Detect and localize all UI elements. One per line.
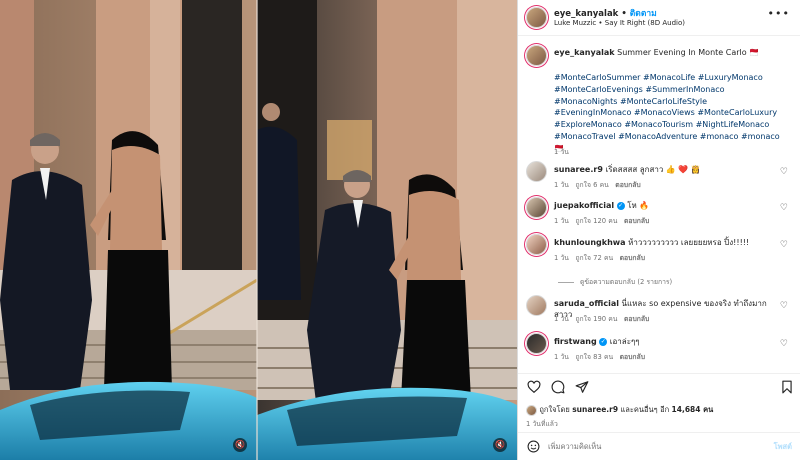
scene-left — [0, 0, 257, 460]
comment-text: โห 🔥 — [627, 201, 650, 210]
comment-username[interactable]: saruda_official — [554, 299, 619, 308]
post-media[interactable]: 🔇 🔇 — [0, 0, 517, 460]
more-options-icon[interactable]: ••• — [768, 7, 790, 20]
comment-reply-button[interactable]: ตอบกลับ — [620, 254, 645, 262]
comment-avatar[interactable] — [526, 295, 547, 316]
comment-reply-button[interactable]: ตอบกลับ — [624, 217, 649, 225]
comment-time: 1 วัน — [554, 353, 569, 361]
frame-divider — [256, 0, 258, 460]
mute-icon-secondary[interactable]: 🔇 — [493, 438, 507, 452]
comment-username[interactable]: sunaree.r9 — [554, 165, 603, 174]
comment-avatar[interactable] — [526, 333, 547, 354]
comment-body: khunloungkhwa ห้าววววววววว เลยยยยหรอ ปิ้… — [554, 237, 779, 248]
comment-body: juepakofficial ✓ โห 🔥 — [554, 200, 779, 211]
comments-scroll-area[interactable]: eye_kanyalak Summer Evening In Monte Car… — [518, 37, 800, 373]
instagram-post-view: 🔇 🔇 eye_kanyalak • ติดตาม Luke Muzzic • … — [0, 0, 800, 460]
comment-like-heart-icon[interactable]: ♡ — [780, 203, 788, 213]
post-side-panel: eye_kanyalak • ติดตาม Luke Muzzic • Say It… — [517, 0, 800, 460]
view-replies-label[interactable]: ดูข้อความตอบกลับ (2 รายการ) — [580, 278, 672, 286]
comment-likes[interactable]: ถูกใจ 72 คน — [575, 254, 613, 262]
comment-item: khunloungkhwa ห้าววววววววว เลยยยยหรอ ปิ้… — [526, 234, 794, 264]
separator-dot: • — [621, 9, 627, 19]
comment-like-heart-icon[interactable]: ♡ — [780, 167, 788, 177]
comment-meta: 1 วัน ถูกใจ 190 คน ตอบกลับ — [554, 313, 649, 324]
verified-badge-icon: ✓ — [599, 337, 608, 346]
caption-avatar[interactable] — [526, 45, 547, 66]
post-timestamp: 1 วันที่แล้ว — [526, 420, 558, 428]
comment-likes[interactable]: ถูกใจ 83 คน — [575, 353, 613, 361]
mute-icon[interactable]: 🔇 — [233, 438, 247, 452]
comment-item: juepakofficial ✓ โห 🔥 1 วัน ถูกใจ 120 คน… — [526, 197, 794, 227]
comment-time: 1 วัน — [554, 217, 569, 225]
video-frame-right[interactable]: 🔇 — [257, 0, 517, 460]
comment-icon[interactable] — [551, 380, 565, 394]
comment-like-heart-icon[interactable]: ♡ — [780, 301, 788, 311]
emoji-icon[interactable] — [527, 440, 540, 453]
comment-likes[interactable]: ถูกใจ 6 คน — [575, 181, 608, 189]
comment-body: firstwang ✓ เอาล่ะๆๆ — [554, 336, 779, 347]
caption-hashtags[interactable]: #MonteCarloSummer #MonacoLife #LuxuryMon… — [554, 72, 786, 155]
post-header: eye_kanyalak • ติดตาม Luke Muzzic • Say It… — [518, 0, 800, 36]
liker-avatar[interactable] — [526, 404, 537, 416]
add-comment-input[interactable] — [548, 439, 748, 454]
comment-time: 1 วัน — [554, 254, 569, 262]
comment-item: firstwang ✓ เอาล่ะๆๆ 1 วัน ถูกใจ 83 คน ต… — [526, 333, 794, 363]
view-replies-link[interactable]: ดูข้อความตอบกลับ (2 รายการ) — [558, 276, 672, 287]
comment-reply-button[interactable]: ตอบกลับ — [624, 315, 649, 323]
comment-body: sunaree.r9 เริ่ดสสสส ลูกสาว 👍 ❤️ 👸 — [554, 164, 779, 175]
comment-avatar[interactable] — [526, 234, 547, 255]
replies-dash — [558, 281, 574, 283]
likes-middle: และคนอื่นๆ อีก — [620, 405, 670, 414]
comment-time: 1 วัน — [554, 315, 569, 323]
author-username[interactable]: eye_kanyalak — [554, 9, 618, 19]
comment-reply-button[interactable]: ตอบกลับ — [620, 353, 645, 361]
comment-meta: 1 วัน ถูกใจ 120 คน ตอบกลับ — [554, 215, 649, 226]
verified-badge-icon: ✓ — [616, 201, 625, 210]
add-comment-bar: โพสต์ — [518, 432, 800, 460]
send-icon[interactable] — [575, 380, 589, 394]
comment-text: ห้าววววววววว เลยยยยหรอ ปิ้ง!!!!! — [628, 238, 750, 247]
bookmark-icon[interactable] — [780, 380, 794, 394]
scene-right — [257, 0, 517, 460]
comment-meta: 1 วัน ถูกใจ 6 คน ตอบกลับ — [554, 179, 641, 190]
video-frame-left[interactable]: 🔇 — [0, 0, 257, 460]
comment-like-heart-icon[interactable]: ♡ — [780, 240, 788, 250]
comment-meta: 1 วัน ถูกใจ 72 คน ตอบกลับ — [554, 252, 645, 263]
comment-username[interactable]: khunloungkhwa — [554, 238, 626, 247]
follow-button[interactable]: ติดตาม — [630, 9, 657, 19]
caption-time: 1 วัน — [554, 148, 569, 156]
comment-meta: 1 วัน ถูกใจ 83 คน ตอบกลับ — [554, 351, 645, 362]
comment-text: เริ่ดสสสส ลูกสาว 👍 ❤️ 👸 — [605, 165, 701, 174]
comment-avatar[interactable] — [526, 197, 547, 218]
caption-block: eye_kanyalak Summer Evening In Monte Car… — [526, 45, 794, 156]
comment-username[interactable]: juepakofficial — [554, 201, 614, 210]
comment-text: เอาล่ะๆๆ — [609, 337, 640, 346]
post-actions: ถูกใจโดย sunaree.r9 และคนอื่นๆ อีก 14,68… — [518, 373, 800, 431]
likes-user[interactable]: sunaree.r9 — [572, 405, 618, 414]
comment-likes[interactable]: ถูกใจ 190 คน — [575, 315, 617, 323]
post-comment-button[interactable]: โพสต์ — [774, 441, 792, 453]
caption-text: Summer Evening In Monte Carlo 🇲🇨 — [617, 48, 760, 57]
comment-reply-button[interactable]: ตอบกลับ — [615, 181, 640, 189]
likes-count[interactable]: 14,684 คน — [672, 405, 714, 414]
comment-username[interactable]: firstwang — [554, 337, 597, 346]
likes-prefix: ถูกใจโดย — [539, 405, 570, 414]
author-avatar[interactable] — [526, 7, 547, 28]
heart-outline-icon[interactable] — [527, 380, 541, 394]
comment-item: saruda_official นี่แหละ so expensive ของ… — [526, 295, 794, 325]
comment-item: sunaree.r9 เริ่ดสสสส ลูกสาว 👍 ❤️ 👸 1 วัน… — [526, 161, 794, 191]
author-line: eye_kanyalak • ติดตาม — [554, 6, 657, 20]
comment-time: 1 วัน — [554, 181, 569, 189]
likes-summary: ถูกใจโดย sunaree.r9 และคนอื่นๆ อีก 14,68… — [526, 404, 713, 416]
caption-username[interactable]: eye_kanyalak — [554, 48, 615, 57]
caption-title-line: eye_kanyalak Summer Evening In Monte Car… — [554, 48, 786, 57]
comment-likes[interactable]: ถูกใจ 120 คน — [575, 217, 617, 225]
audio-track[interactable]: Luke Muzzic • Say It Right (8D Audio) — [554, 19, 685, 27]
comment-like-heart-icon[interactable]: ♡ — [780, 339, 788, 349]
comment-avatar[interactable] — [526, 161, 547, 182]
